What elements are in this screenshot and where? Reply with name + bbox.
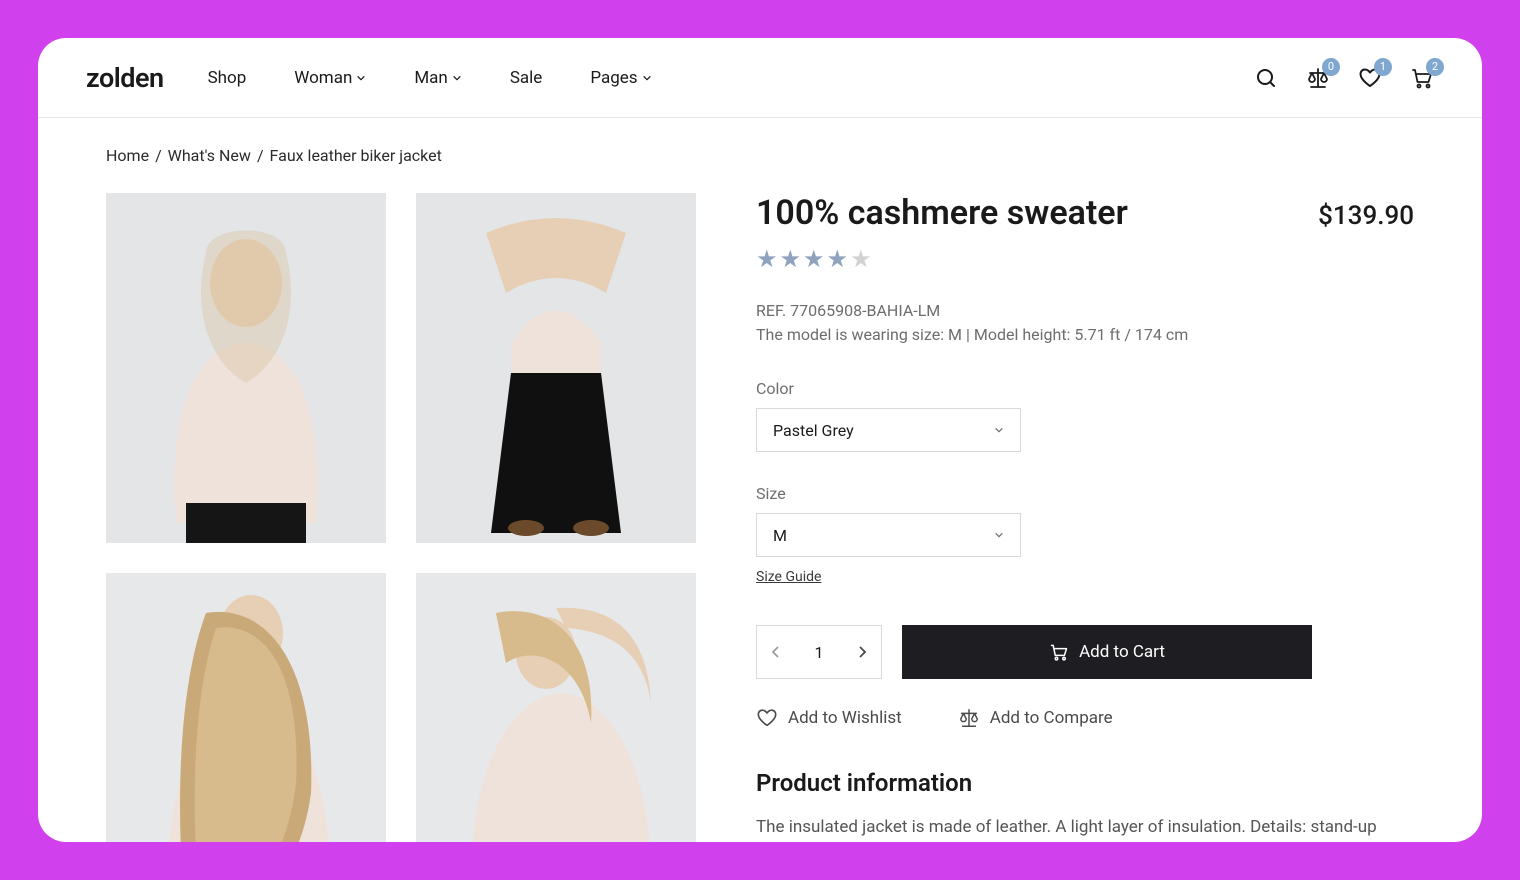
chevron-down-icon bbox=[994, 425, 1004, 435]
product-gallery bbox=[106, 193, 696, 842]
nav-woman[interactable]: Woman bbox=[294, 68, 366, 88]
chevron-down-icon bbox=[642, 73, 652, 83]
header-actions: 0 1 2 bbox=[1254, 66, 1434, 90]
color-label: Color bbox=[756, 379, 1414, 398]
product-price: $139.90 bbox=[1318, 201, 1414, 231]
cart-icon bbox=[1049, 642, 1069, 662]
size-select[interactable]: M bbox=[756, 513, 1021, 557]
product-image-3[interactable] bbox=[106, 573, 386, 842]
star-icon: ★ bbox=[827, 245, 851, 273]
cart-button[interactable]: 2 bbox=[1410, 66, 1434, 90]
add-to-cart-button[interactable]: Add to Cart bbox=[902, 625, 1312, 679]
heart-icon bbox=[756, 707, 778, 729]
nav-shop[interactable]: Shop bbox=[208, 68, 247, 88]
add-wishlist-button[interactable]: Add to Wishlist bbox=[756, 707, 902, 729]
brand-logo[interactable]: zolden bbox=[86, 62, 164, 94]
product-image-1[interactable] bbox=[106, 193, 386, 543]
breadcrumb: Home / What's New / Faux leather biker j… bbox=[106, 146, 1414, 165]
size-label: Size bbox=[756, 484, 1414, 503]
scales-icon bbox=[958, 707, 980, 729]
star-icon: ★ bbox=[803, 245, 827, 273]
chevron-down-icon bbox=[356, 73, 366, 83]
cart-badge: 2 bbox=[1426, 58, 1444, 76]
breadcrumb-home[interactable]: Home bbox=[106, 146, 149, 165]
product-title: 100% cashmere sweater bbox=[756, 193, 1128, 233]
product-details: 100% cashmere sweater $139.90 ★★★★★ REF.… bbox=[756, 193, 1414, 842]
product-ref: REF. 77065908-BAHIA-LM bbox=[756, 299, 1414, 323]
quantity-decrease[interactable] bbox=[771, 645, 781, 659]
star-icon: ★ bbox=[756, 245, 780, 273]
product-info-heading: Product information bbox=[756, 769, 1414, 797]
quantity-stepper: 1 bbox=[756, 625, 882, 679]
breadcrumb-whatsnew[interactable]: What's New bbox=[168, 146, 251, 165]
search-button[interactable] bbox=[1254, 66, 1278, 90]
product-model-info: The model is wearing size: M | Model hei… bbox=[756, 323, 1414, 347]
nav-pages[interactable]: Pages bbox=[590, 68, 651, 88]
nav-man[interactable]: Man bbox=[414, 68, 461, 88]
product-info-description: The insulated jacket is made of leather.… bbox=[756, 815, 1414, 842]
product-image-2[interactable] bbox=[416, 193, 696, 543]
product-image-4[interactable] bbox=[416, 573, 696, 842]
nav-sale[interactable]: Sale bbox=[510, 68, 543, 88]
chevron-down-icon bbox=[994, 530, 1004, 540]
chevron-down-icon bbox=[452, 73, 462, 83]
quantity-increase[interactable] bbox=[857, 645, 867, 659]
color-select[interactable]: Pastel Grey bbox=[756, 408, 1021, 452]
size-guide-link[interactable]: Size Guide bbox=[756, 569, 821, 585]
star-icon: ★ bbox=[780, 245, 804, 273]
compare-badge: 0 bbox=[1322, 58, 1340, 76]
product-rating[interactable]: ★★★★★ bbox=[756, 245, 1414, 273]
add-compare-button[interactable]: Add to Compare bbox=[958, 707, 1113, 729]
wishlist-button[interactable]: 1 bbox=[1358, 66, 1382, 90]
wishlist-badge: 1 bbox=[1374, 58, 1392, 76]
search-icon bbox=[1254, 66, 1278, 90]
breadcrumb-current: Faux leather biker jacket bbox=[270, 146, 442, 165]
topbar: zolden Shop Woman Man Sale Pages bbox=[38, 38, 1482, 118]
compare-button[interactable]: 0 bbox=[1306, 66, 1330, 90]
star-icon: ★ bbox=[850, 245, 874, 273]
quantity-value: 1 bbox=[815, 643, 824, 662]
main-nav: Shop Woman Man Sale Pages bbox=[208, 68, 1254, 88]
